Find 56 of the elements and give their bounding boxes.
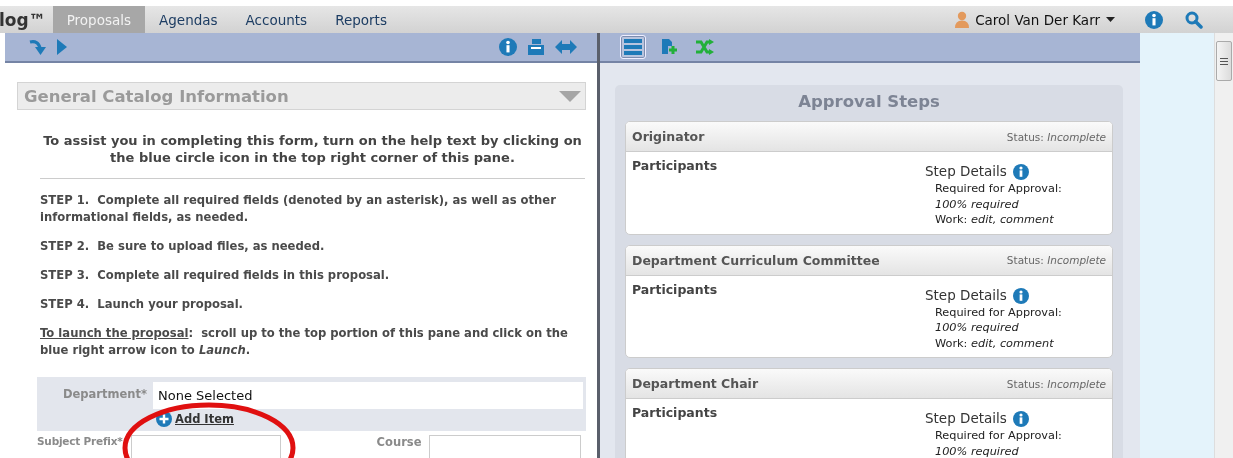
step-details-label: Step Details [925,287,1007,304]
print-icon[interactable] [527,39,545,55]
requirement-label: Required for Approval: [935,304,1063,320]
launch-instruction: To launch the proposal: scroll up to the top portion of this pane and click on the blue right arrow icon to Launch. [40,325,569,359]
step-status: Status: Incomplete [1006,377,1106,390]
requirement-label: Required for Approval: [935,428,1063,444]
app-logo: log™ [0,8,47,32]
participants-label: Participants [632,405,718,422]
user-menu[interactable]: Carol Van Der Karr [955,6,1115,33]
requirement-value: 100% required [935,443,1020,458]
requirement-label: Required for Approval: [935,181,1063,197]
add-item-link[interactable]: Add Item [153,411,234,427]
user-icon [955,11,970,28]
step-status: Status: Incomplete [1006,254,1106,266]
section-title: General Catalog Information [24,86,289,106]
info-icon[interactable] [1012,411,1029,427]
step-name: Department Chair [632,376,759,391]
info-icon[interactable] [1012,164,1029,180]
input-field[interactable] [130,435,281,458]
step-name: Originator [632,129,705,144]
nav-tab[interactable]: Agendas [145,6,232,33]
participants-label: Participants [632,281,718,299]
launch-arrow-icon[interactable] [29,38,47,56]
step-name: Department Curriculum Committee [632,252,880,268]
work-permissions: Work: edit, comment [935,335,1055,351]
add-document-icon [660,38,678,56]
field-label: Subject Prefix* [37,435,123,447]
work-permissions: Work: edit, comment [935,212,1055,228]
panel-title: Approval Steps [797,91,941,113]
requirement-value: 100% required [935,196,1020,212]
step-details-label: Step Details [925,411,1007,427]
input-field[interactable] [429,435,582,458]
info-icon[interactable] [1012,287,1029,304]
help-instructions: To assist you in completing this form, turn on the help text by clicking on the blue circle icon in the top right corner of this pane. [40,132,585,179]
step-instruction: STEP 4. Launch your proposal. [40,296,244,313]
collapse-triangle-icon [559,90,581,102]
nav-tab[interactable]: Accounts [231,6,322,33]
caret-icon [1106,17,1115,22]
expand-icon[interactable] [555,40,577,54]
scrollbar[interactable] [1214,33,1233,458]
step-details-label: Step Details [925,164,1007,180]
field-label: Course [376,435,422,449]
step-instruction: STEP 2. Be sure to upload files, as needed. [40,238,326,255]
department-field[interactable]: None Selected [153,382,583,409]
grip-icon [1220,57,1228,65]
field-label: Department* [62,386,147,403]
nav-tab[interactable]: Reports [321,6,401,33]
play-icon[interactable] [57,39,67,55]
step-instruction: STEP 3. Complete all required fields in this proposal. [40,267,391,284]
requirement-value: 100% required [935,320,1020,336]
plus-circle-icon [156,411,172,427]
step-status: Status: Incomplete [1006,130,1106,143]
step-instruction: STEP 1. Complete all required fields (denoted by an asterisk), as well as other informational fields, as needed. [40,192,557,226]
info-button[interactable] [499,38,517,56]
list-view-button[interactable] [620,35,646,59]
participants-label: Participants [632,158,718,175]
